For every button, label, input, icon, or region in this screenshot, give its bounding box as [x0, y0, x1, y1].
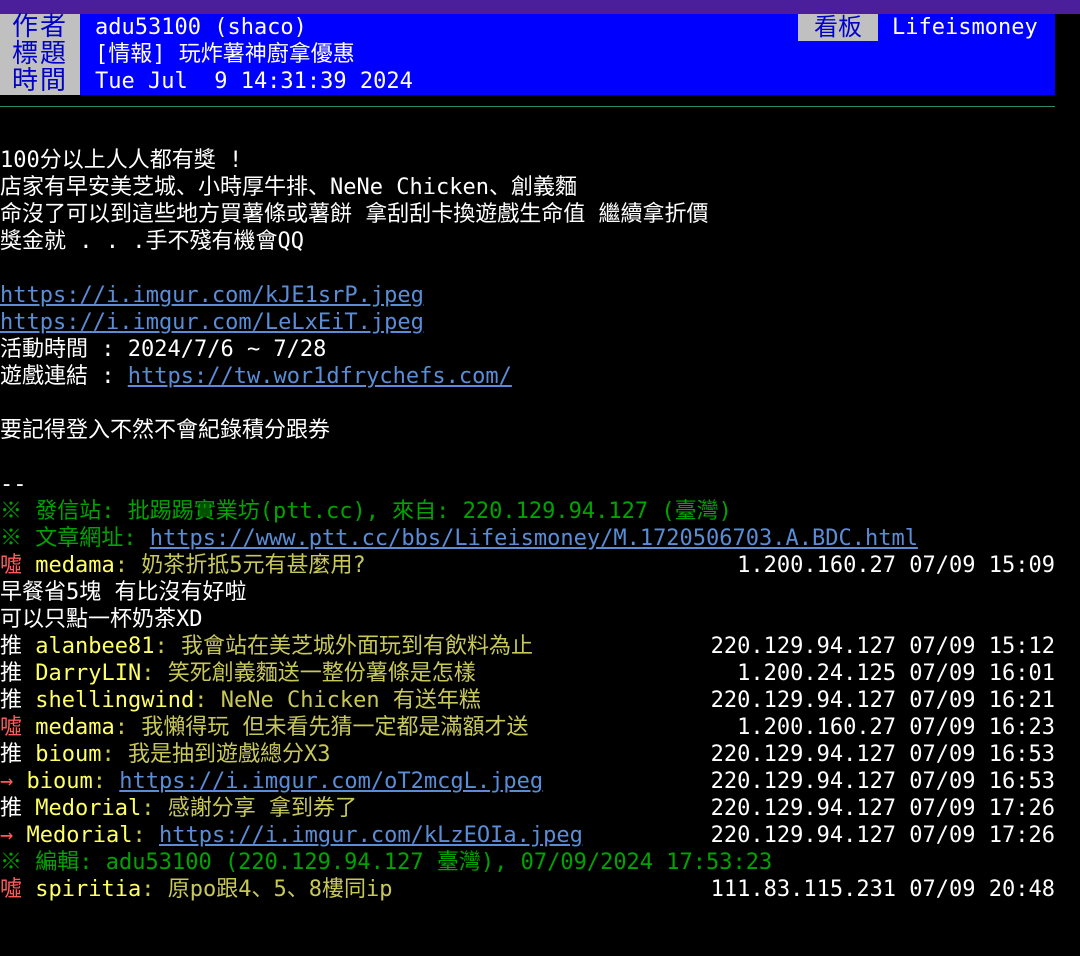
comment-user: medama [35, 715, 115, 740]
comment-list: 噓 medama: 奶茶折抵5元有甚麼用? 1.200.160.27 07/09 … [0, 552, 1080, 903]
comment-row: 噓 medama: 我懶得玩 但未看先猜一定都是滿額才送 1.200.160.27… [0, 715, 1055, 740]
time-label: 時間 [0, 68, 80, 95]
comment-row: 噓 spiritia: 原po跟4、5、8樓同ip 111.83.115.231 … [0, 877, 1055, 902]
comment-tag: 推 [0, 796, 23, 821]
article-header: 作者 adu53100 (shaco) 看板 Lifeismoney 標題 [情… [0, 14, 1055, 95]
board-name: Lifeismoney [892, 15, 1038, 40]
image-link[interactable]: https://i.imgur.com/kJE1srP.jpeg [0, 283, 424, 308]
comment-row: 推 alanbee81: 我會站在美芝城外面玩到有飲料為止 220.129.94.… [0, 634, 1055, 659]
comment-meta: 220.129.94.127 07/09 15:12 [710, 634, 1055, 659]
game-link[interactable]: https://tw.wor1dfrychefs.com/ [128, 364, 512, 389]
comment-tag: 噓 [0, 715, 23, 740]
author-row: 作者 adu53100 (shaco) 看板 Lifeismoney [0, 14, 1055, 41]
comment-tag: 噓 [0, 877, 23, 902]
header-divider [0, 106, 1055, 107]
body-line: 獎金就 . . .手不殘有機會QQ [0, 229, 304, 254]
time-row: 時間 Tue Jul 9 14:31:39 2024 [0, 68, 1055, 95]
comment-user: alanbee81 [35, 634, 155, 659]
comment-link[interactable]: https://i.imgur.com/oT2mcgL.jpeg [119, 769, 543, 794]
comment-text: 感謝分享 拿到券了 [167, 796, 357, 821]
comment-row: → Medorial: https://i.imgur.com/kLzEOIa.… [0, 823, 1055, 848]
comment-row: 推 shellingwind: NeNe Chicken 有送年糕 220.129… [0, 688, 1055, 713]
comment-row: → bioum: https://i.imgur.com/oT2mcgL.jpe… [0, 769, 1055, 794]
comment-tag: → [0, 769, 14, 794]
comment-meta: 1.200.24.125 07/09 16:01 [737, 661, 1055, 686]
board-label: 看板 [798, 14, 878, 41]
game-link-label: 遊戲連結 : [0, 364, 128, 389]
body-line: 100分以上人人都有獎 ! [0, 148, 243, 173]
post-time: Tue Jul 9 14:31:39 2024 [95, 69, 413, 94]
comment-row: 推 Medorial: 感謝分享 拿到券了 220.129.94.127 07/0… [0, 796, 1055, 821]
comment-text: 我是抽到遊戲總分X3 [128, 742, 331, 767]
comment-meta: 220.129.94.127 07/09 17:26 [710, 796, 1055, 821]
comment-tag: 噓 [0, 553, 23, 578]
comment-text: 原po跟4、5、8樓同ip [167, 877, 393, 902]
image-link[interactable]: https://i.imgur.com/LeLxEiT.jpeg [0, 310, 424, 335]
comment-text: 奶茶折抵5元有甚麼用? [141, 553, 366, 578]
comment-meta: 1.200.160.27 07/09 16:23 [737, 715, 1055, 740]
comment-user: DarryLIN [35, 661, 142, 686]
comment-user: Medorial [35, 796, 142, 821]
article-title: [情報] 玩炸薯神廚拿優惠 [95, 42, 355, 67]
comment-meta: 111.83.115.231 07/09 20:48 [710, 877, 1055, 902]
event-time: 活動時間 : 2024/7/6 ~ 7/28 [0, 337, 327, 362]
comment-tag: 推 [0, 634, 23, 659]
body-line: 命沒了可以到這些地方買薯條或薯餅 拿刮刮卡換遊戲生命值 繼續拿折價 [0, 202, 709, 227]
comment-user: bioum [35, 742, 102, 767]
comment-meta: 1.200.160.27 07/09 15:09 [737, 553, 1055, 578]
comment-link[interactable]: https://i.imgur.com/kLzEOIa.jpeg [159, 823, 583, 848]
comment-continuation: 可以只點一杯奶茶XD [0, 607, 203, 632]
comment-user: spiritia [35, 877, 142, 902]
article-url-label: ※ 文章網址: [0, 526, 150, 551]
comment-row: 推 DarryLIN: 笑死創義麵送一整份薯條是怎樣 1.200.24.125 0… [0, 661, 1055, 686]
comment-text: 笑死創義麵送一整份薯條是怎樣 [167, 661, 476, 686]
edit-notice: ※ 編輯: adu53100 (220.129.94.127 臺灣), 07/0… [0, 850, 773, 875]
comment-tag: 推 [0, 661, 23, 686]
window-top-bar [0, 0, 1080, 14]
comment-user: bioum [26, 769, 93, 794]
comment-meta: 220.129.94.127 07/09 16:21 [710, 688, 1055, 713]
comment-meta: 220.129.94.127 07/09 16:53 [710, 769, 1055, 794]
comment-text: NeNe Chicken 有送年糕 [220, 688, 481, 713]
author-value: adu53100 (shaco) [95, 15, 307, 40]
comment-tag: 推 [0, 688, 23, 713]
body-note: 要記得登入不然不會紀錄積分跟券 [0, 418, 331, 443]
body-line: 店家有早安美芝城、小時厚牛排、NeNe Chicken、創義麵 [0, 175, 577, 200]
origin-site: ※ 發信站: 批踢踢實業坊(ptt.cc), 來自: 220.129.94.12… [0, 499, 732, 524]
author-label: 作者 [0, 14, 80, 41]
comment-tag: 推 [0, 742, 23, 767]
article-body: 100分以上人人都有獎 ! 店家有早安美芝城、小時厚牛排、NeNe Chicke… [0, 147, 1080, 903]
comment-user: shellingwind [35, 688, 195, 713]
title-row: 標題 [情報] 玩炸薯神廚拿優惠 [0, 41, 1055, 68]
comment-user: Medorial [26, 823, 133, 848]
comment-row: 推 bioum: 我是抽到遊戲總分X3 220.129.94.127 07/09 … [0, 742, 1055, 767]
comment-text: 我會站在美芝城外面玩到有飲料為止 [180, 634, 533, 659]
comment-row: 噓 medama: 奶茶折抵5元有甚麼用? 1.200.160.27 07/09 … [0, 553, 1055, 578]
signature-separator: -- [0, 472, 27, 497]
article-url-link[interactable]: https://www.ptt.cc/bbs/Lifeismoney/M.172… [150, 526, 918, 551]
comment-text: 我懶得玩 但未看先猜一定都是滿額才送 [141, 715, 529, 740]
title-label: 標題 [0, 41, 80, 68]
comment-meta: 220.129.94.127 07/09 17:26 [710, 823, 1055, 848]
comment-tag: → [0, 823, 14, 848]
comment-user: medama [35, 553, 115, 578]
comment-continuation: 早餐省5塊 有比沒有好啦 [0, 580, 247, 605]
comment-meta: 220.129.94.127 07/09 16:53 [710, 742, 1055, 767]
